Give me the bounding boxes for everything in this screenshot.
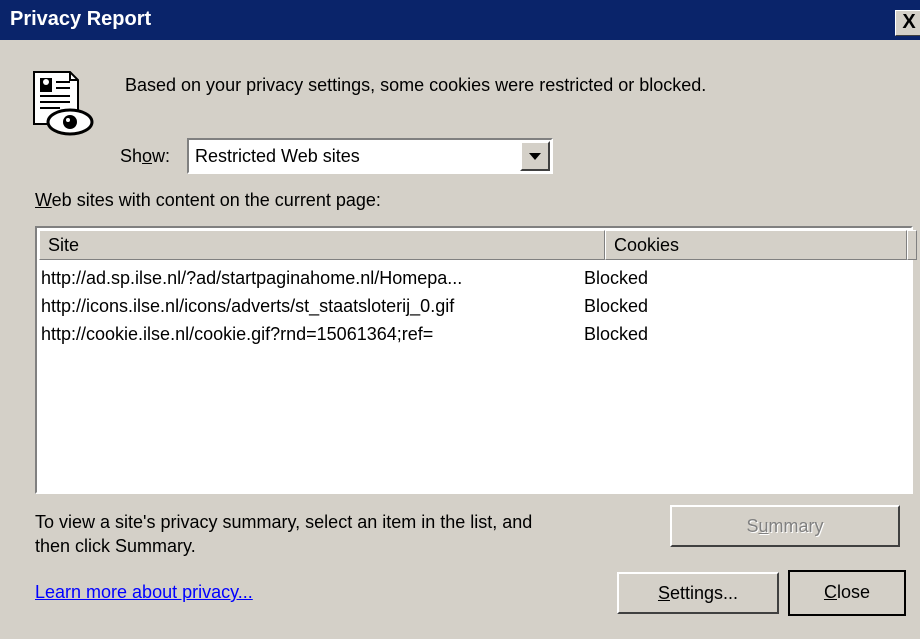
cookie-status: Blocked bbox=[584, 268, 649, 288]
cookie-status: Blocked bbox=[584, 296, 649, 316]
chevron-down-icon bbox=[529, 153, 541, 160]
cookie-status: Blocked bbox=[584, 324, 649, 344]
title-bar: Privacy Report bbox=[0, 0, 920, 40]
settings-button[interactable]: Settings... bbox=[617, 572, 779, 614]
site-url: http://cookie.ilse.nl/cookie.gif?rnd=150… bbox=[41, 324, 434, 344]
close-icon[interactable]: X bbox=[895, 10, 920, 36]
privacy-report-document-eye-icon bbox=[33, 71, 94, 136]
sites-list-label: Web sites with content on the current pa… bbox=[35, 190, 381, 210]
list-item[interactable]: http://cookie.ilse.nl/cookie.gif?rnd=150… bbox=[41, 324, 901, 352]
column-header-cookies[interactable]: Cookies bbox=[605, 230, 907, 260]
summary-hint: To view a site's privacy summary, select… bbox=[35, 512, 533, 556]
site-url: http://ad.sp.ilse.nl/?ad/startpaginahome… bbox=[41, 268, 463, 288]
sites-list[interactable]: Site Cookies http://ad.sp.ilse.nl/?ad/st… bbox=[35, 226, 917, 494]
show-dropdown-value: Restricted Web sites bbox=[195, 146, 360, 166]
learn-more-link[interactable]: Learn more about privacy... bbox=[35, 582, 253, 603]
site-url: http://icons.ilse.nl/icons/adverts/st_st… bbox=[41, 296, 455, 316]
list-item[interactable]: http://icons.ilse.nl/icons/adverts/st_st… bbox=[41, 296, 901, 324]
column-header-site[interactable]: Site bbox=[39, 230, 605, 260]
list-item[interactable]: http://ad.sp.ilse.nl/?ad/startpaginahome… bbox=[41, 268, 901, 296]
window-title: Privacy Report bbox=[10, 8, 152, 30]
column-header-filler bbox=[907, 230, 917, 260]
show-dropdown[interactable]: Restricted Web sites bbox=[187, 138, 553, 174]
summary-button[interactable]: Summary bbox=[670, 505, 900, 547]
show-label: Show: bbox=[120, 146, 171, 166]
privacy-message: Based on your privacy settings, some coo… bbox=[125, 75, 707, 95]
close-button[interactable]: Close bbox=[788, 570, 906, 616]
dropdown-button[interactable] bbox=[520, 141, 550, 171]
